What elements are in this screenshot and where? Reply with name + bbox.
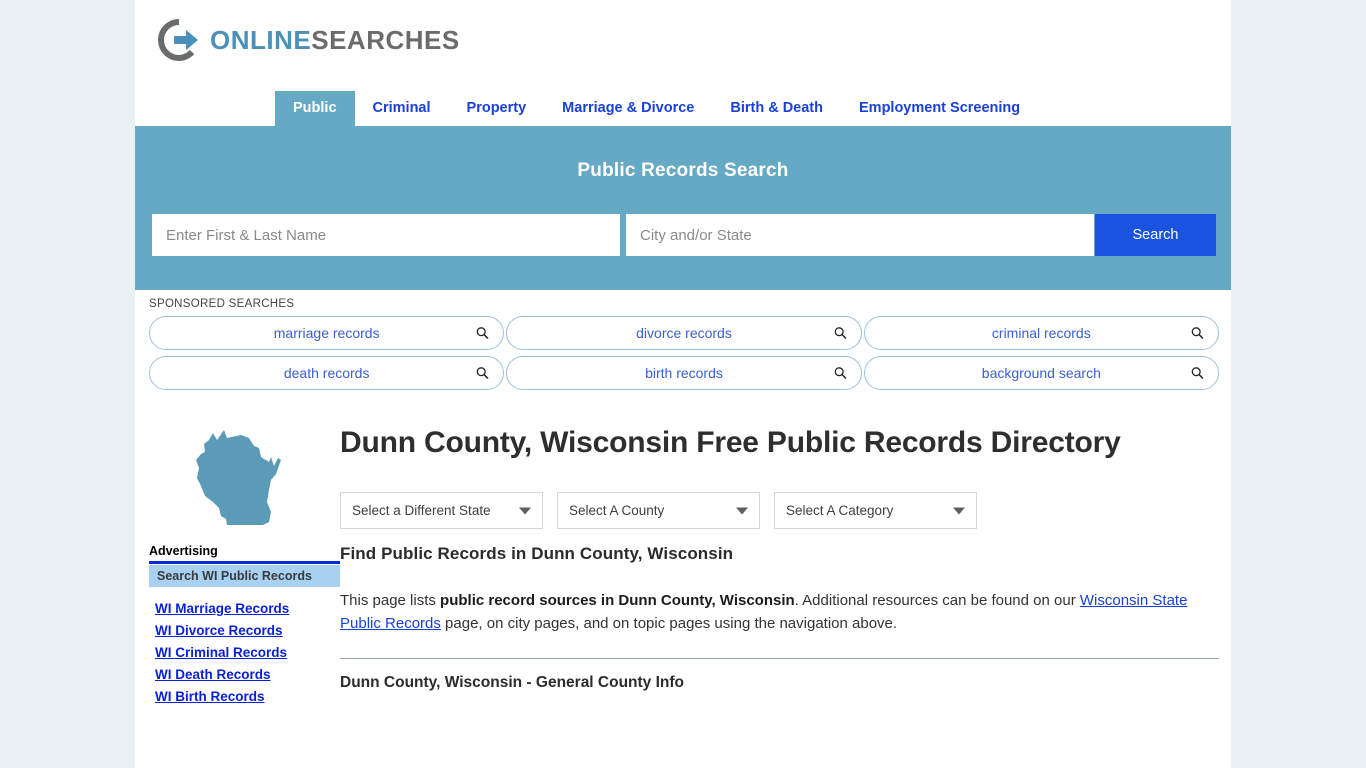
search-icon <box>834 327 847 340</box>
sponsored-pill-death-records[interactable]: death records <box>149 356 505 390</box>
search-icon <box>834 367 847 380</box>
search-icon <box>476 327 489 340</box>
advertising-heading: Advertising <box>149 544 218 558</box>
sidebar-links: WI Marriage Records WI Divorce Records W… <box>149 598 340 708</box>
paragraph-part-3: page, on city pages, and on topic pages … <box>440 614 898 632</box>
select-category[interactable]: Select A Category <box>774 492 977 529</box>
select-different-state[interactable]: Select a Different State <box>340 492 543 529</box>
sponsored-pill-label: death records <box>283 365 370 381</box>
logo-word-online: ONLINE <box>210 24 312 55</box>
tab-marriage-divorce[interactable]: Marriage & Divorce <box>544 91 712 126</box>
chevron-down-icon <box>519 507 531 514</box>
search-form: Search <box>152 214 1216 256</box>
select-label: Select A Category <box>786 503 894 518</box>
search-icon <box>476 367 489 380</box>
intro-paragraph: This page lists public record sources in… <box>340 590 1219 635</box>
main-content: Find Public Records in Dunn County, Wisc… <box>340 544 1231 708</box>
chevron-down-icon <box>953 507 965 514</box>
page-title: Dunn County, Wisconsin Free Public Recor… <box>340 426 1121 459</box>
main-navigation: Public Criminal Property Marriage & Divo… <box>135 80 1231 126</box>
sponsored-pill-birth-records[interactable]: birth records <box>506 356 862 390</box>
sponsored-pill-background-search[interactable]: background search <box>863 356 1219 390</box>
public-records-search-banner: Public Records Search Search <box>135 126 1231 290</box>
sidebar-link-wi-criminal-records[interactable]: WI Criminal Records <box>149 642 340 664</box>
tab-birth-death[interactable]: Birth & Death <box>712 91 841 126</box>
site-header: ONLINESEARCHES <box>135 0 1231 80</box>
sponsored-row-2: death records birth records background s… <box>149 356 1219 390</box>
paragraph-part-2: . Additional resources can be found on o… <box>794 592 1080 609</box>
sponsored-pill-label: marriage records <box>273 325 380 341</box>
sidebar-link-wi-divorce-records[interactable]: WI Divorce Records <box>149 620 340 642</box>
subsection-general-county-info: Dunn County, Wisconsin - General County … <box>340 674 685 691</box>
sponsored-pill-divorce-records[interactable]: divorce records <box>506 316 862 350</box>
paragraph-bold-1: public record sources in Dunn County, Wi… <box>440 592 795 609</box>
search-submit-button[interactable]: Search <box>1095 214 1216 256</box>
circle-arrow-right-icon[interactable] <box>156 17 202 63</box>
section-heading: Find Public Records in Dunn County, Wisc… <box>340 544 734 563</box>
hero-section: Dunn County, Wisconsin Free Public Recor… <box>135 396 1231 534</box>
sponsored-pill-label: background search <box>981 365 1101 381</box>
search-city-state-input[interactable] <box>626 214 1094 256</box>
select-label: Select a Different State <box>352 503 491 518</box>
lower-section: Advertising Search WI Public Records WI … <box>135 544 1231 708</box>
sponsored-searches-section: SPONSORED SEARCHES marriage records divo… <box>135 290 1231 390</box>
tab-criminal[interactable]: Criminal <box>355 91 449 126</box>
sponsored-pill-criminal-records[interactable]: criminal records <box>863 316 1219 350</box>
sidebar-link-wi-death-records[interactable]: WI Death Records <box>149 664 340 686</box>
sponsored-pill-marriage-records[interactable]: marriage records <box>149 316 505 350</box>
search-icon <box>1191 367 1204 380</box>
sponsored-pill-label: divorce records <box>636 325 732 341</box>
sidebar-link-wi-birth-records[interactable]: WI Birth Records <box>149 686 340 708</box>
page-root: ONLINESEARCHES Public Criminal Property … <box>0 0 1366 768</box>
site-container: ONLINESEARCHES Public Criminal Property … <box>135 0 1231 768</box>
sponsored-pill-label: birth records <box>645 365 723 381</box>
select-label: Select A County <box>569 503 665 518</box>
hero-title-column: Dunn County, Wisconsin Free Public Recor… <box>340 416 1231 534</box>
state-icon-container <box>135 416 340 534</box>
sidebar-link-wi-marriage-records[interactable]: WI Marriage Records <box>149 598 340 620</box>
tab-public[interactable]: Public <box>275 91 355 126</box>
tab-employment-screening[interactable]: Employment Screening <box>841 91 1038 126</box>
wisconsin-state-outline-icon <box>183 424 293 534</box>
advertising-divider <box>149 561 340 564</box>
logo-word-searches: SEARCHES <box>311 24 460 55</box>
paragraph-part-1: This page lists <box>340 592 441 609</box>
sponsored-searches-label: SPONSORED SEARCHES <box>149 298 295 310</box>
sidebar-banner-search-wi-public-records[interactable]: Search WI Public Records <box>149 565 340 587</box>
site-logo-text[interactable]: ONLINESEARCHES <box>210 25 460 56</box>
content-divider <box>340 658 1219 659</box>
select-county[interactable]: Select A County <box>557 492 760 529</box>
search-banner-title: Public Records Search <box>577 160 789 181</box>
sponsored-row-1: marriage records divorce records crimina… <box>149 316 1219 350</box>
chevron-down-icon <box>736 507 748 514</box>
tab-property[interactable]: Property <box>449 91 545 126</box>
sponsored-pill-label: criminal records <box>991 325 1091 341</box>
filter-selectors: Select a Different State Select A County… <box>340 492 1141 529</box>
advertising-sidebar: Advertising Search WI Public Records WI … <box>135 544 340 708</box>
search-name-input[interactable] <box>152 214 620 256</box>
search-icon <box>1191 327 1204 340</box>
